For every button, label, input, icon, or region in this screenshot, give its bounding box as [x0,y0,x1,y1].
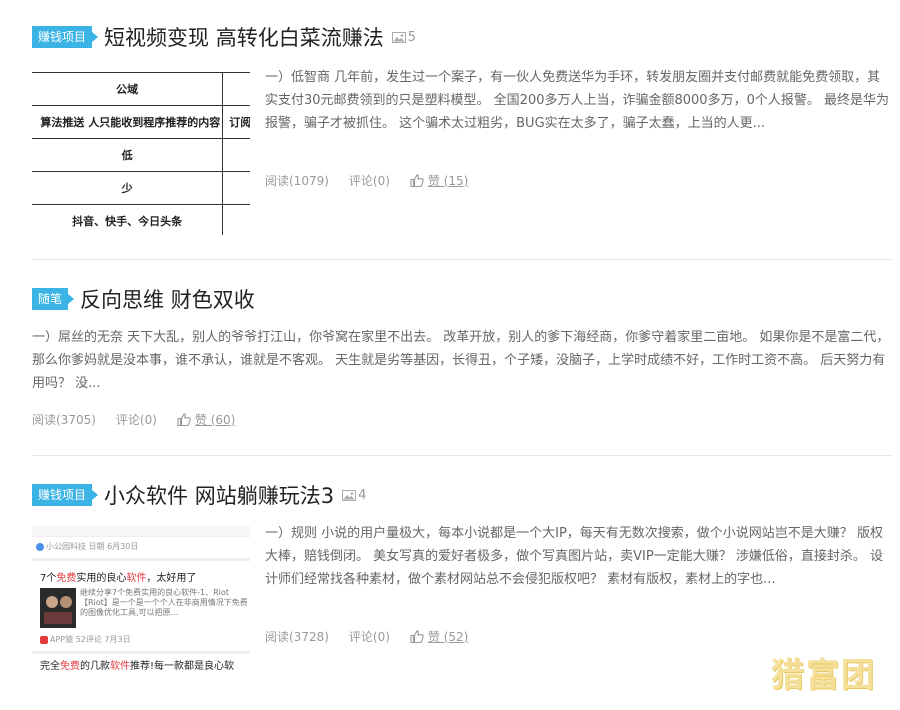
category-badge[interactable]: 赚钱项目 [32,484,99,506]
thumbs-up-icon [177,412,191,426]
post-divider [32,259,892,260]
table-cell: 抖音、快手、今日头条 [32,204,224,235]
post-header: 随笔 反向思维 财色双收 [32,284,892,314]
post-meta: 阅读(3728) 评论(0) 赞 (52) [265,626,468,646]
post-thumbnail[interactable]: 小公园科技 日期 6月30日 7个免费实用的良心软件，太好用了 继续分享7个免费… [32,526,250,696]
comment-count[interactable]: 评论(0) [116,411,157,428]
post-excerpt: 一）低智商 几年前，发生过一个案子，有一伙人免费送华为手环，转发朋友圈并支付邮费… [265,70,889,131]
post-excerpt: 一）屌丝的无奈 天下大乱，别人的爷爷打江山，你爷窝在家里不出去。 改革开放，别人… [32,330,890,391]
thumbnail-table: 公域 算法推送 人只能收到程序推荐的内容 订阅 低 少 抖音、快手、今日头条 [32,72,250,235]
read-count: 阅读(3705) [32,412,96,427]
post-2: 随笔 反向思维 财色双收 一）屌丝的无奈 天下大乱，别人的爷爷打江山，你爷窝在家… [32,284,892,427]
avatar [36,542,44,551]
post-meta: 阅读(3705) 评论(0) 赞 (60) [32,409,235,429]
table-cell: 订阅 [222,105,250,139]
post-thumbnail[interactable]: 公域 算法推送 人只能收到程序推荐的内容 订阅 低 少 抖音、快手、今日头条 [32,72,250,235]
like-count: 赞 (15) [427,173,469,188]
comment-count[interactable]: 评论(0) [349,172,390,189]
image-count-value: 5 [407,29,416,45]
feed-title: 7个免费实用的良心软件，太好用了 [40,573,197,584]
table-cell: 低 [32,138,224,172]
image-count: 4 [342,488,366,503]
like-count: 赞 (52) [427,629,469,644]
like-button[interactable]: 赞 (15) [410,172,468,189]
table-cell [222,171,250,205]
like-button[interactable]: 赞 (52) [410,628,468,645]
category-badge[interactable]: 随笔 [32,288,75,310]
app-icon [40,635,48,644]
feed-thumbnail-image [40,588,76,628]
table-cell [222,138,250,172]
post-title[interactable]: 反向思维 财色双收 [80,284,255,314]
table-cell: 算法推送 人只能收到程序推荐的内容 [32,105,224,139]
thumbs-up-icon [410,629,424,643]
feed-meta: APP猿 52评论 7月3日 [32,634,250,645]
post-header: 赚钱项目 小众软件 网站躺赚玩法3 4 [32,480,892,510]
image-icon [342,489,357,501]
post-header: 赚钱项目 短视频变现 高转化白菜流赚法 5 [32,22,892,52]
like-button[interactable]: 赞 (60) [177,411,235,428]
read-count: 阅读(1079) [265,173,329,188]
watermark-logo: 猎富团 [771,655,876,694]
post-title[interactable]: 小众软件 网站躺赚玩法3 [104,480,334,510]
table-cell: 公域 [32,72,224,106]
post-title[interactable]: 短视频变现 高转化白菜流赚法 [104,22,384,52]
post-excerpt: 一）规则 小说的用户量极大，每本小说都是一个大IP，每天有无数次搜索，做个小说网… [265,526,883,587]
category-badge[interactable]: 赚钱项目 [32,26,99,48]
post-meta: 阅读(1079) 评论(0) 赞 (15) [265,170,468,190]
post-1: 赚钱项目 短视频变现 高转化白菜流赚法 5 公域 算法推送 人只能收到程序推荐的… [32,22,892,235]
image-icon [391,31,406,43]
thumbs-up-icon [410,173,424,187]
table-cell [222,204,250,235]
image-count-value: 4 [358,487,367,503]
read-count: 阅读(3728) [265,629,329,644]
table-cell [222,72,250,106]
comment-count[interactable]: 评论(0) [349,628,390,645]
feed-snippet: 继续分享7个免费实用的良心软件-1、Riot【Riot】是一个是一个个人在非商用… [80,588,248,617]
post-3: 赚钱项目 小众软件 网站躺赚玩法3 4 小公园科技 日期 6月30日 7个免费实… [32,480,892,696]
image-count: 5 [391,29,416,45]
like-count: 赞 (60) [194,412,236,427]
table-cell: 少 [32,171,224,205]
post-divider [32,455,892,456]
feed-source: 小公园科技 日期 6月30日 [32,541,250,552]
feed-title: 完全免费的几款软件推荐!每一款都是良心软 [40,661,235,672]
